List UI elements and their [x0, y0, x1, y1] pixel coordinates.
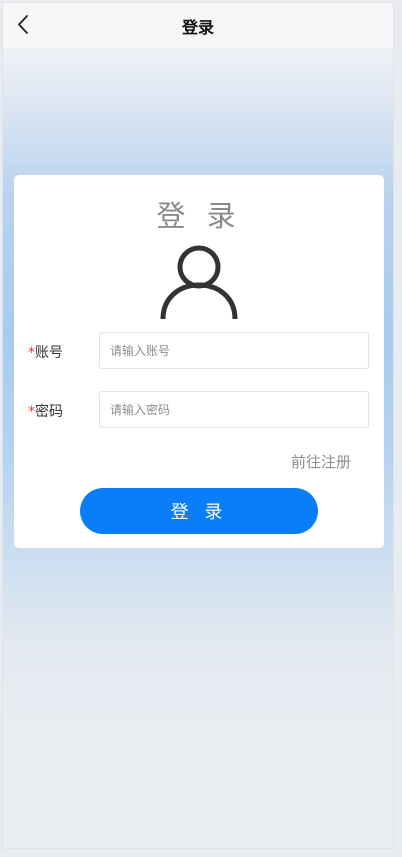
- app-frame: 登录 登 录 *账号 *密码 前往注册 登 录: [2, 2, 394, 849]
- page-title: 登录: [181, 17, 214, 37]
- user-avatar-icon: [160, 245, 238, 320]
- register-link[interactable]: 前往注册: [291, 451, 351, 472]
- required-mark: *: [28, 345, 35, 361]
- login-button[interactable]: 登 录: [80, 488, 318, 534]
- navbar: 登录: [3, 3, 393, 48]
- login-card-title: 登 录: [156, 199, 242, 233]
- account-label-text: 账号: [35, 345, 63, 361]
- required-mark: *: [28, 404, 35, 420]
- account-label: *账号: [28, 342, 63, 362]
- password-label: *密码: [28, 401, 63, 421]
- account-input[interactable]: [99, 332, 369, 369]
- back-button[interactable]: [13, 13, 35, 37]
- password-label-text: 密码: [35, 404, 63, 420]
- chevron-left-icon: [18, 15, 28, 34]
- login-card: 登 录 *账号 *密码 前往注册 登 录: [14, 175, 384, 548]
- password-input[interactable]: [99, 391, 369, 428]
